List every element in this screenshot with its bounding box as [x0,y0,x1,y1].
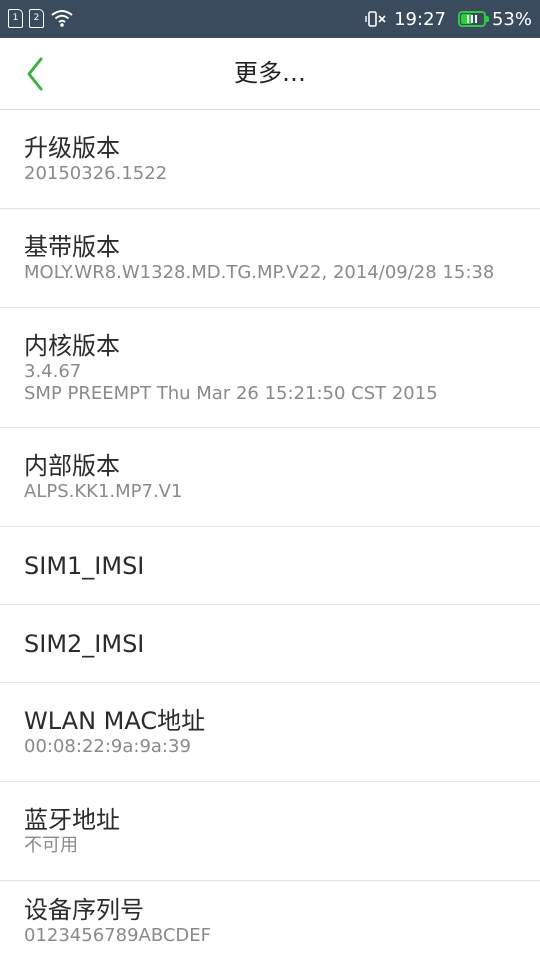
list-item-serial-number[interactable]: 设备序列号 0123456789ABCDEF [0,881,540,960]
status-bar-right: 19:27 53% [364,0,532,38]
list-item-internal-version[interactable]: 内部版本 ALPS.KK1.MP7.V1 [0,428,540,527]
battery-tip [485,16,489,22]
list-item-title: 蓝牙地址 [24,806,120,834]
list-item-bluetooth-address[interactable]: 蓝牙地址 不可用 [0,782,540,881]
list-item-value: 0123456789ABCDEF [24,924,212,946]
battery-icon [457,11,489,27]
page-title: 更多… [234,59,306,87]
status-bar: 1 2 19:27 53% [0,0,540,38]
list-item-baseband-version[interactable]: 基带版本 MOLY.WR8.W1328.MD.TG.MP.V22, 2014/0… [0,209,540,308]
list-item-value: 不可用 [24,835,78,856]
list-item-wlan-mac[interactable]: WLAN MAC地址 00:08:22:9a:9a:39 [0,683,540,782]
list-item-kernel-version[interactable]: 内核版本 3.4.67 SMP PREEMPT Thu Mar 26 15:21… [0,308,540,428]
list-item-value: 00:08:22:9a:9a:39 [24,736,191,757]
info-list: 升级版本 20150326.1522 基带版本 MOLY.WR8.W1328.M… [0,110,540,960]
list-item-title: SIM1_IMSI [24,551,145,580]
list-item-value: 20150326.1522 [24,163,168,184]
list-item-title: 设备序列号 [24,895,144,924]
list-item-title: 内核版本 [24,331,120,360]
sim2-icon: 2 [29,8,44,28]
vibrate-icon [365,11,386,27]
list-item-title: WLAN MAC地址 [24,707,206,735]
list-item-sim2-imsi[interactable]: SIM2_IMSI [0,605,540,683]
list-item-value: ALPS.KK1.MP7.V1 [24,481,183,502]
list-item-sim1-imsi[interactable]: SIM1_IMSI [0,527,540,605]
battery-percent: 53% [491,8,532,30]
sim1-icon: 1 [8,8,23,28]
list-item-title: 升级版本 [24,134,120,162]
status-bar-left: 1 2 [8,8,74,28]
list-item-value: 3.4.67 [24,360,82,382]
header: 更多… [0,38,540,110]
list-item-upgrade-version[interactable]: 升级版本 20150326.1522 [0,110,540,209]
battery-bars [466,15,477,23]
list-item-title: 内部版本 [24,452,120,480]
list-item-value: MOLY.WR8.W1328.MD.TG.MP.V22, 2014/09/28 … [24,262,495,283]
list-item-title: 基带版本 [24,233,120,261]
wifi-icon [51,10,73,27]
list-item-title: SIM2_IMSI [24,629,145,658]
status-time: 19:27 [394,8,446,30]
list-item-value-line2: SMP PREEMPT Thu Mar 26 15:21:50 CST 2015 [24,382,438,404]
